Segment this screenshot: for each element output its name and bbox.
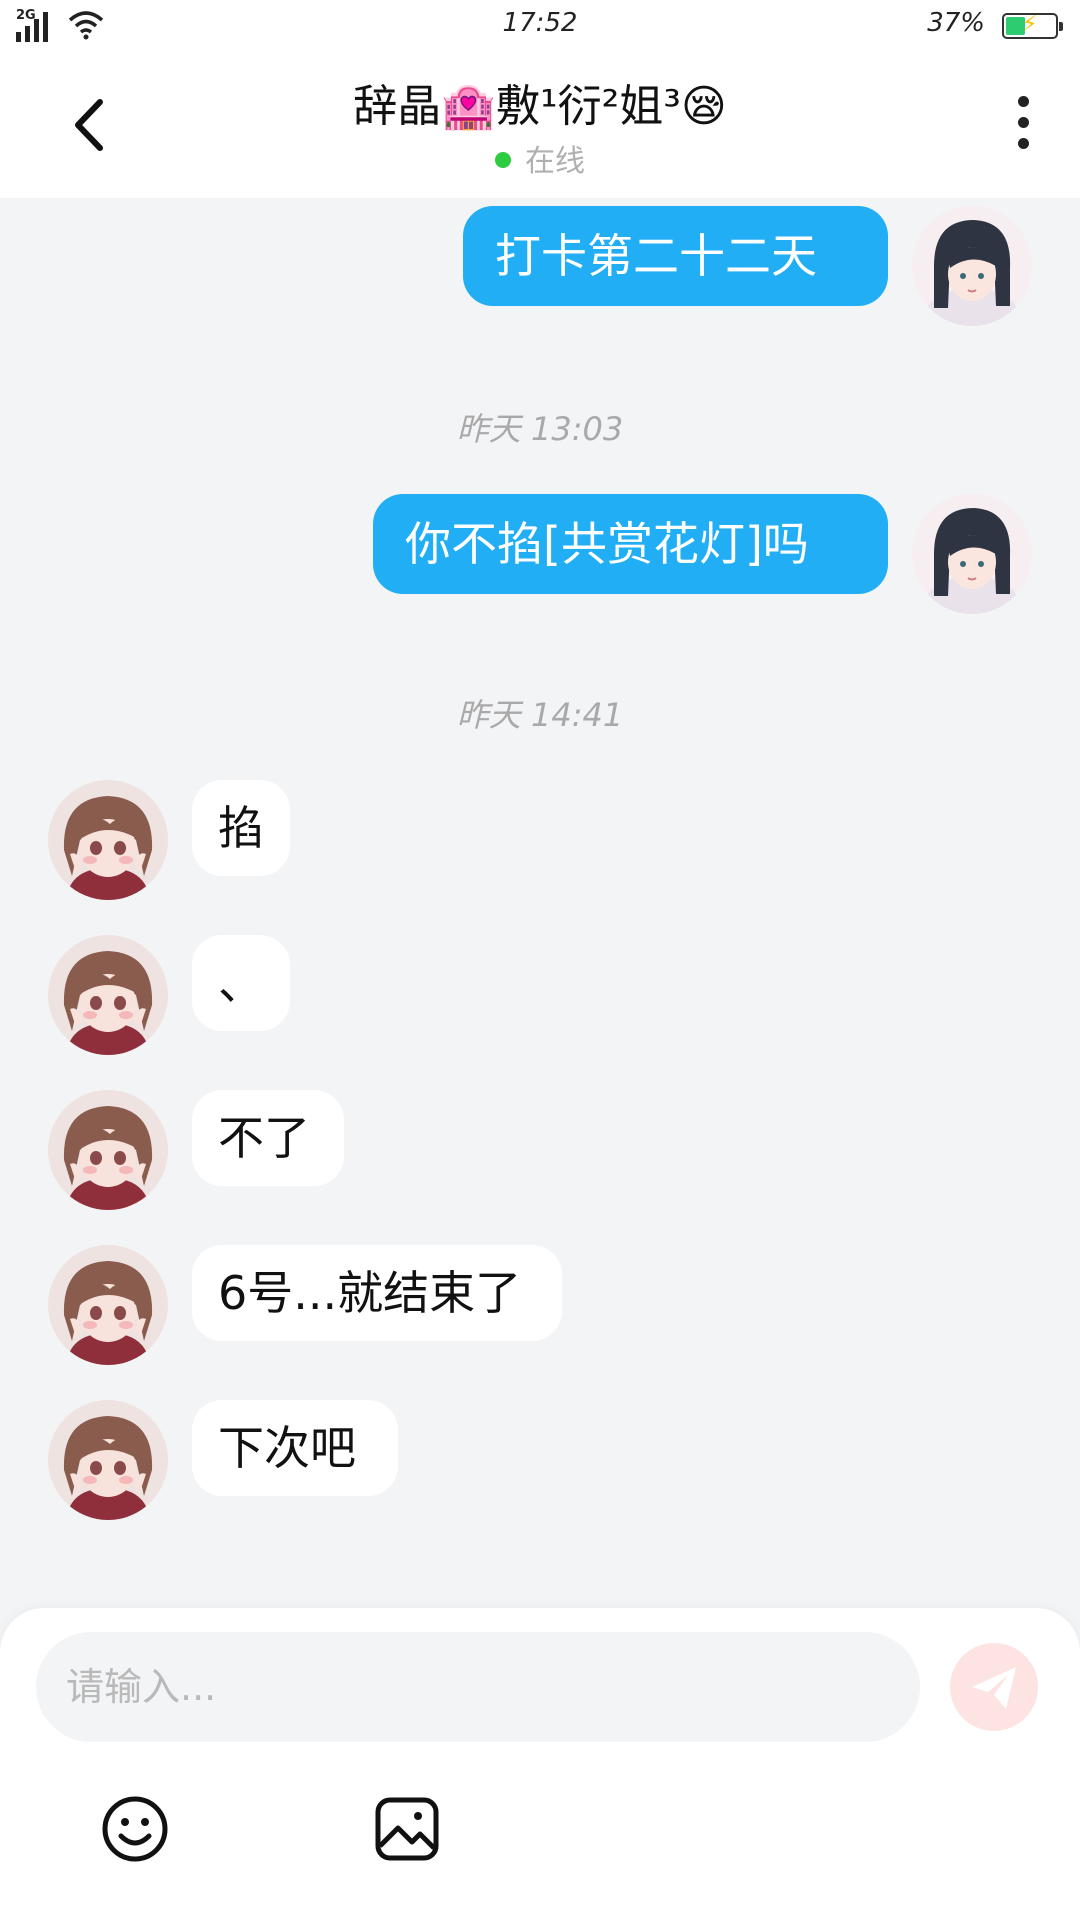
message-bubble-received[interactable]: 下次吧 bbox=[192, 1400, 398, 1496]
online-status-label: 在线 bbox=[525, 144, 585, 179]
contact-avatar[interactable] bbox=[48, 1400, 168, 1520]
contact-avatar[interactable] bbox=[48, 1245, 168, 1365]
contact-name: 辞晶🏩敷¹衍²姐³😪 bbox=[353, 81, 727, 132]
emoji-button[interactable] bbox=[100, 1794, 170, 1864]
image-button[interactable] bbox=[372, 1794, 442, 1864]
message-bubble-received[interactable]: 掐 bbox=[192, 780, 290, 876]
contact-avatar[interactable] bbox=[48, 780, 168, 900]
image-icon bbox=[375, 1797, 439, 1861]
timestamp: 昨天 14:41 bbox=[456, 696, 624, 734]
message-bubble-received[interactable]: 不了 bbox=[192, 1090, 344, 1186]
more-vertical-icon bbox=[1008, 96, 1038, 149]
online-status: 在线 bbox=[0, 136, 1080, 180]
message-bubble-sent[interactable]: 打卡第二十二天 bbox=[463, 206, 888, 306]
send-icon bbox=[972, 1667, 1016, 1709]
contact-avatar[interactable] bbox=[48, 935, 168, 1055]
online-dot-icon bbox=[495, 151, 511, 168]
more-options-button[interactable] bbox=[1008, 96, 1038, 156]
message-bubble-sent[interactable]: 你不掐[共赏花灯]吗 bbox=[373, 494, 888, 594]
message-bubble-received[interactable]: 6号...就结束了 bbox=[192, 1245, 562, 1341]
battery-percent: 37% bbox=[927, 8, 985, 38]
message-list[interactable]: 打卡第二十二天 昨天 13:03 你不掐[共赏花灯]吗 昨天 14:41 掐 、… bbox=[0, 198, 1080, 1608]
my-avatar[interactable] bbox=[912, 494, 1032, 614]
message-composer bbox=[0, 1608, 1080, 1920]
emoji-icon bbox=[102, 1796, 168, 1862]
contact-avatar[interactable] bbox=[48, 1090, 168, 1210]
status-bar: 2G 17:52 37% ⚡ bbox=[0, 0, 1080, 52]
send-button[interactable] bbox=[950, 1643, 1038, 1731]
message-input[interactable] bbox=[36, 1632, 920, 1742]
chat-header: 辞晶🏩敷¹衍²姐³😪 在线 bbox=[0, 52, 1080, 198]
clock: 17:52 bbox=[502, 8, 578, 38]
timestamp: 昨天 13:03 bbox=[456, 410, 624, 448]
chat-screen: 2G 17:52 37% ⚡ 辞晶🏩敷¹衍²姐³😪 在线 打卡第二十二天 昨天 … bbox=[0, 0, 1080, 1920]
message-bubble-received[interactable]: 、 bbox=[192, 935, 290, 1031]
battery-charging-icon: ⚡ bbox=[1002, 12, 1063, 39]
my-avatar[interactable] bbox=[912, 206, 1032, 326]
